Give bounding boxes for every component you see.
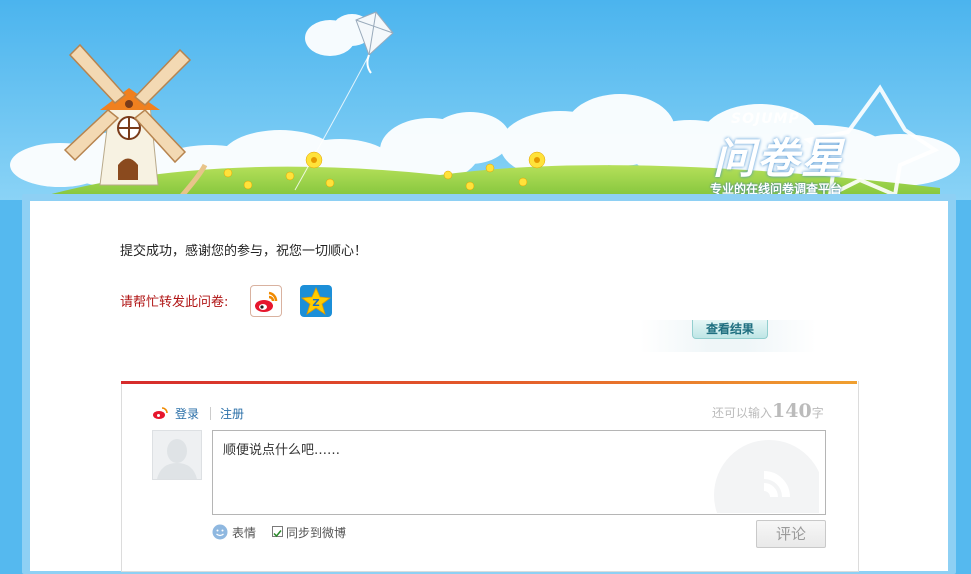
share-label: 请帮忙转发此问卷:: [120, 295, 229, 310]
comment-textarea[interactable]: 顺便说点什么吧……: [212, 430, 826, 515]
avatar: [152, 430, 202, 480]
counter-value: 140: [772, 400, 812, 422]
weibo-icon[interactable]: [250, 285, 282, 317]
char-counter: 还可以输入140字: [712, 400, 824, 422]
weibo-watermark-icon: [709, 435, 824, 514]
register-link[interactable]: 注册: [220, 405, 244, 422]
weibo-mini-icon: [152, 406, 168, 420]
sync-weibo-checkbox[interactable]: [272, 526, 283, 538]
qzone-icon[interactable]: Z: [300, 285, 332, 317]
login-separator: [210, 407, 211, 420]
smiley-icon[interactable]: [212, 524, 228, 540]
comment-text: 顺便说点什么吧……: [223, 443, 341, 458]
view-results-bar: 查看结果: [640, 320, 816, 352]
emoji-label[interactable]: 表情: [232, 524, 256, 541]
logo-chinese: 问卷星: [713, 134, 846, 183]
svg-text:Z: Z: [312, 298, 319, 309]
view-results-button[interactable]: 查看结果: [692, 320, 768, 339]
comment-submit-button[interactable]: 评论: [756, 520, 826, 548]
thanks-message: 提交成功，感谢您的参与，祝您一切顺心！: [120, 244, 368, 259]
counter-suffix: 字: [811, 406, 824, 420]
sync-weibo-label[interactable]: 同步到微博: [286, 524, 346, 541]
comment-top-border: [121, 381, 857, 384]
login-link[interactable]: 登录: [175, 405, 199, 422]
counter-prefix: 还可以输入: [712, 406, 773, 420]
